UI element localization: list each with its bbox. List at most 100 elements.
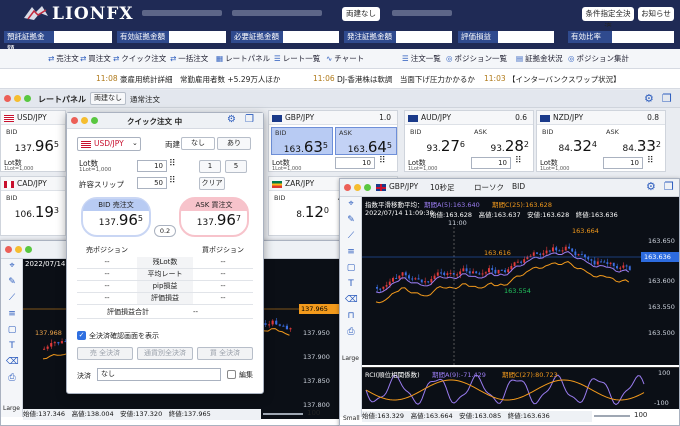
zoom-value[interactable]: 100 [307, 409, 320, 417]
sell-close-all-button[interactable]: 売 全決済 [77, 347, 133, 360]
bid-button[interactable]: BID 8.120 [271, 193, 333, 221]
chart-pair[interactable]: GBP/JPY [389, 182, 418, 191]
buy-close-all-button[interactable]: 買 全決済 [197, 347, 253, 360]
rci-panel[interactable]: RCI(順位相関係数) 期間A(9):-71.429 期間C(27):80.72… [362, 367, 679, 409]
zoom-value[interactable]: 100 [634, 411, 647, 419]
keypad-icon[interactable]: ⠿ [169, 159, 176, 169]
edit-checkbox[interactable] [227, 370, 236, 379]
print-icon[interactable]: ⎙ [345, 327, 357, 337]
text-tool-icon[interactable]: T [6, 341, 18, 351]
keypad-icon[interactable]: ⠿ [515, 156, 522, 166]
zoom-slider[interactable] [594, 415, 630, 417]
toolbar-buy-order[interactable]: ⇄ 買注文 [80, 53, 111, 64]
lot-preset-1[interactable]: 1 [199, 160, 221, 173]
size-small[interactable]: Small [343, 415, 360, 422]
condition-close-all-button[interactable]: 条件指定全決済 [582, 7, 634, 31]
lot-input[interactable]: 10 [137, 160, 167, 172]
toolbar-position-summary[interactable]: ◎ ポジション集計 [568, 53, 629, 64]
pen-icon[interactable]: ✎ [345, 215, 357, 225]
keypad-icon[interactable]: ⠿ [379, 156, 386, 166]
ask-buy-button[interactable]: ASK 買注文 137.967 [179, 197, 249, 237]
ask-button[interactable]: ASK 163.645 [335, 127, 397, 156]
toolbar-sell-order[interactable]: ⇄ 売注文 [48, 53, 79, 64]
lot-preset-5[interactable]: 5 [225, 160, 247, 173]
line-tool-icon[interactable]: ⟋ [6, 293, 18, 303]
chart-kind[interactable]: ローソク [474, 182, 504, 193]
slippage-input[interactable]: 50 [137, 177, 167, 189]
print-icon[interactable]: ⎙ [6, 373, 18, 383]
flag-icon [4, 180, 14, 188]
news-headline[interactable]: 豪雇用統計詳細 常勤雇用者数 +5.29万人ほか [120, 74, 280, 85]
window-icon[interactable]: ❐ [662, 92, 672, 105]
keypad-icon[interactable]: ⠿ [169, 176, 176, 186]
hedge-option-off[interactable]: なし [181, 137, 215, 150]
settle-select[interactable]: なし [97, 368, 221, 381]
gbpjpy-chart-canvas[interactable]: 指数平滑移動平均： 期間A(5):163.640 期間C(25):163.628… [362, 197, 679, 365]
gear-icon[interactable]: ⚙ [227, 114, 236, 125]
news-headline[interactable]: 【インターバンクスワップ状況】 [508, 74, 621, 85]
bid-button[interactable]: BID 84.324 [539, 127, 601, 155]
chart-interval[interactable]: 10秒足 [430, 182, 455, 193]
window-controls[interactable] [5, 246, 35, 256]
pen-icon[interactable]: ✎ [6, 277, 18, 287]
text-tool-icon[interactable]: T [345, 279, 357, 289]
toolbar-rate-list[interactable]: ☰ レート一覧 [274, 53, 320, 64]
rate-panel-hedge-button[interactable]: 両建なし [90, 92, 126, 105]
ask-button[interactable]: ASK 93.282 [471, 127, 533, 155]
toolbar-position-list[interactable]: ◎ ポジション一覧 [446, 53, 507, 64]
pair-select[interactable]: USD/JPY ⌄ [77, 137, 141, 151]
pair-close-all-button[interactable]: 通貨別全決済 [137, 347, 193, 360]
rate-panel-title: レートパネル [38, 95, 86, 104]
line-tool-icon[interactable]: ⟋ [345, 231, 357, 241]
window-controls[interactable] [4, 95, 34, 105]
fib-icon[interactable]: ≡ [6, 309, 18, 319]
toolbar-order-list[interactable]: ☰ 注文一覧 [402, 53, 441, 64]
clear-button[interactable]: クリア [199, 177, 225, 190]
gear-icon[interactable]: ⚙ [644, 92, 654, 105]
size-label[interactable]: Large [3, 405, 20, 412]
window-icon[interactable]: ❐ [664, 180, 674, 193]
window-icon[interactable]: ❐ [245, 114, 254, 125]
erase-icon[interactable]: ⌫ [6, 357, 19, 367]
crosshair-icon[interactable]: ⌖ [6, 261, 18, 271]
chart-side[interactable]: BID [512, 182, 525, 191]
crosshair-icon[interactable]: ⌖ [345, 199, 357, 209]
shape-icon[interactable]: ▢ [6, 325, 18, 335]
news-headline[interactable]: DJ-香港株は軟調 当面下げ圧力かかるか [337, 74, 475, 85]
bid-price: 84.324 [558, 137, 597, 155]
toolbar-chart[interactable]: ∿ チャート [326, 53, 364, 64]
shape-icon[interactable]: ▢ [345, 263, 357, 273]
flag-icon [408, 114, 418, 122]
candle-body [580, 254, 583, 256]
zoom-slider[interactable] [263, 413, 303, 415]
hedge-status-badge[interactable]: 両建なし [342, 7, 380, 21]
notice-button[interactable]: お知らせ [638, 7, 674, 21]
confirm-checkbox[interactable]: ✓ [77, 331, 86, 340]
rate-panel-mode[interactable]: 通常注文 [130, 94, 160, 105]
magnet-icon[interactable]: ⊓ [345, 311, 357, 321]
gear-icon[interactable]: ⚙ [646, 180, 656, 193]
erase-icon[interactable]: ⌫ [345, 295, 358, 305]
window-controls[interactable] [71, 117, 101, 127]
candle-body [513, 262, 516, 266]
toolbar-bulk-order[interactable]: ⇄ 一括注文 [170, 53, 208, 64]
y-tick: 137.800 [303, 401, 330, 409]
lot-input[interactable]: 10 [335, 157, 375, 169]
fib-icon[interactable]: ≡ [345, 247, 357, 257]
window-controls[interactable] [344, 184, 374, 194]
keypad-icon[interactable]: ⠿ [647, 156, 654, 166]
chart-drawing-tools: ⌖ ✎ ⟋ ≡ ▢ T ⌫ ⊓ ⎙ Large Small [340, 197, 362, 422]
bid-sell-button[interactable]: BID 売注文 137.965 [81, 197, 151, 237]
bid-button[interactable]: BID 137.965 [3, 127, 63, 155]
toolbar-rate-panel[interactable]: ▦ レートパネル [216, 53, 270, 64]
hedge-option-on[interactable]: あり [217, 137, 251, 150]
size-large[interactable]: Large [342, 355, 359, 362]
ask-button[interactable]: ASK 84.332 [603, 127, 665, 155]
bid-button[interactable]: BID 163.635 [271, 127, 333, 156]
lot-input[interactable]: 10 [603, 157, 643, 169]
toolbar-quick-order[interactable]: ⇄ クイック注文 [113, 53, 166, 64]
lot-input[interactable]: 10 [471, 157, 511, 169]
toolbar-margin-status[interactable]: ▤ 証拠金状況 [516, 53, 563, 64]
bid-button[interactable]: BID 93.276 [407, 127, 469, 155]
bid-button[interactable]: BID 106.193 [3, 193, 63, 221]
